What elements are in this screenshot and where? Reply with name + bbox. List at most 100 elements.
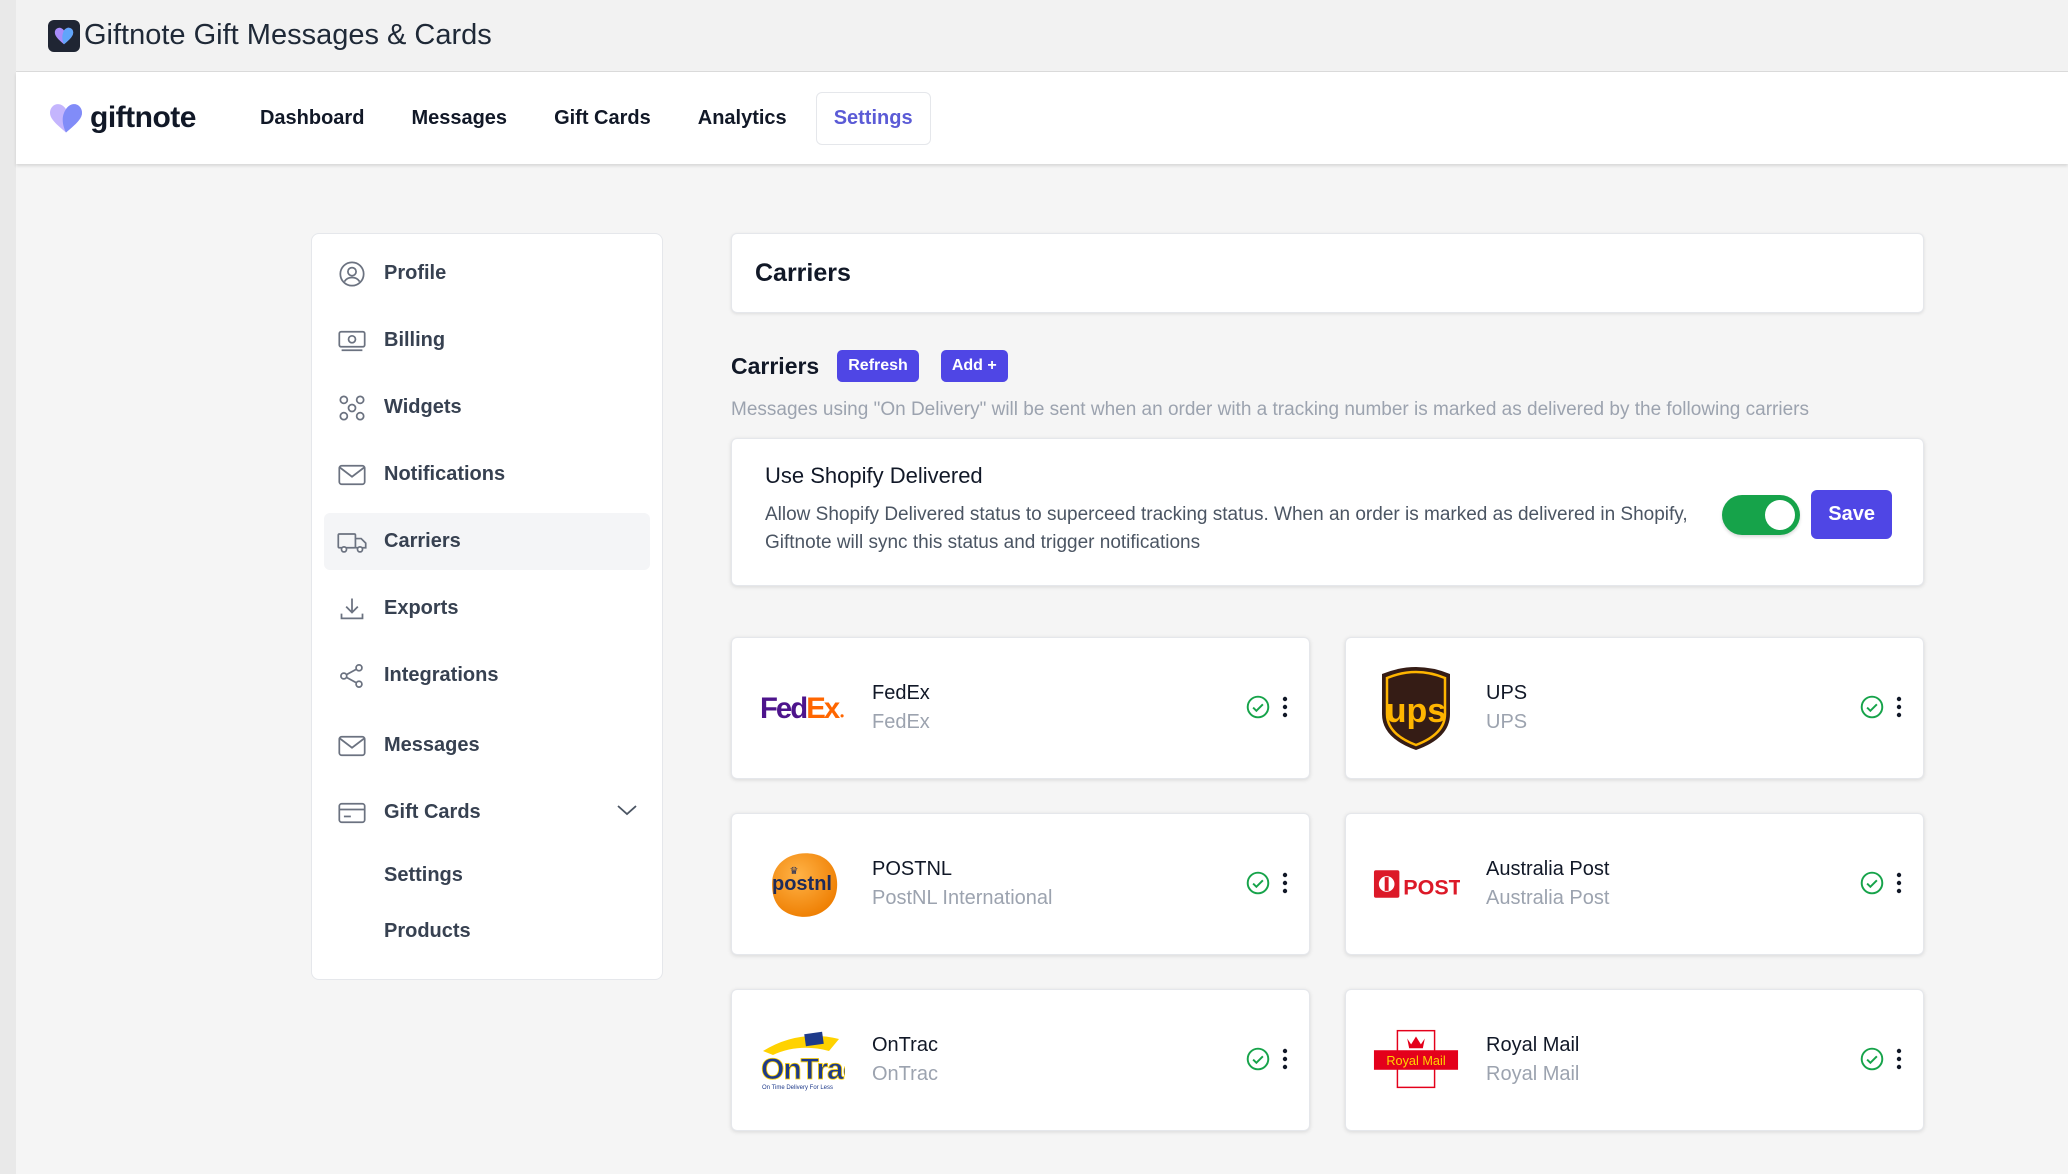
- top-navbar: giftnote Dashboard Messages Gift Cards A…: [16, 72, 2068, 164]
- carrier-subtitle: PostNL International: [872, 887, 1053, 909]
- carrier-name: OnTrac: [872, 1034, 938, 1056]
- carrier-name: POSTNL: [872, 858, 953, 880]
- carrier-subtitle: FedEx: [872, 711, 930, 733]
- carriers-description: Messages using "On Delivery" will be sen…: [731, 399, 1809, 420]
- sidebar-item-exports[interactable]: Exports: [324, 580, 650, 637]
- svg-text:postnl: postnl: [772, 873, 832, 895]
- app-logo-icon: [48, 19, 80, 52]
- more-options-icon[interactable]: [1281, 695, 1289, 719]
- australia-post-logo: POST: [1372, 840, 1460, 928]
- truck-icon: [336, 526, 368, 558]
- check-circle-icon: [1246, 1047, 1270, 1071]
- sidebar-item-label: Gift Cards: [384, 801, 481, 823]
- shopify-delivered-toggle[interactable]: [1722, 494, 1801, 535]
- svg-text:POST: POST: [1403, 876, 1460, 900]
- carrier-card-royal-mail[interactable]: Royal Mail Royal Mail Royal Mail: [1345, 989, 1924, 1131]
- sidebar-item-label: Profile: [384, 262, 447, 284]
- sidebar-item-widgets[interactable]: Widgets: [324, 379, 650, 436]
- page-header-card: Carriers: [731, 233, 1924, 313]
- main-content: Carriers Carriers Refresh Add + Messages…: [731, 233, 1924, 1131]
- carrier-card-fedex[interactable]: FedEx FedEx FedEx: [731, 637, 1310, 779]
- tab-settings[interactable]: Settings: [815, 91, 931, 145]
- tab-dashboard[interactable]: Dashboard: [242, 92, 382, 145]
- sidebar-item-label: Widgets: [384, 396, 462, 418]
- tab-analytics[interactable]: Analytics: [680, 92, 805, 145]
- more-options-icon[interactable]: [1895, 695, 1903, 719]
- more-options-icon[interactable]: [1895, 1047, 1903, 1071]
- share-icon: [336, 660, 368, 692]
- carrier-subtitle: Australia Post: [1486, 887, 1610, 909]
- carrier-name: Royal Mail: [1486, 1034, 1580, 1056]
- sidebar-item-label: Integrations: [384, 664, 499, 686]
- sidebar-item-carriers[interactable]: Carriers: [324, 513, 650, 570]
- sidebar-item-label: Billing: [384, 329, 446, 351]
- carrier-card-postnl[interactable]: postnl ♛ POSTNL PostNL International: [731, 813, 1310, 955]
- carrier-name: UPS: [1486, 682, 1528, 704]
- add-carrier-button[interactable]: Add +: [940, 350, 1008, 382]
- sidebar-item-billing[interactable]: Billing: [324, 312, 650, 369]
- money-bill-icon: [336, 325, 368, 357]
- sidebar-item-label: Carriers: [384, 530, 461, 552]
- check-circle-icon: [1860, 1047, 1884, 1071]
- sidebar-item-label: Exports: [384, 597, 459, 619]
- window-titlebar: Giftnote Gift Messages & Cards: [16, 0, 2068, 72]
- sidebar-item-label: Messages: [384, 734, 480, 756]
- user-circle-icon: [336, 258, 368, 290]
- envelope-icon: [336, 730, 368, 762]
- sidebar-subitem-products[interactable]: Products: [324, 907, 650, 955]
- refresh-button[interactable]: Refresh: [837, 350, 919, 382]
- sidebar-item-notifications[interactable]: Notifications: [324, 446, 650, 503]
- postnl-logo: postnl ♛: [758, 840, 846, 928]
- page-title: Carriers: [755, 258, 851, 287]
- chevron-down-icon[interactable]: [616, 803, 638, 822]
- shopify-delivered-title: Use Shopify Delivered: [765, 463, 983, 488]
- fedex-logo: FedEx: [758, 664, 846, 752]
- check-circle-icon: [1860, 695, 1884, 719]
- settings-sidebar: Profile Billing Widgets Notifications Ca…: [311, 233, 663, 980]
- widgets-icon: [336, 392, 368, 424]
- shopify-delivered-card: Use Shopify Delivered Allow Shopify Deli…: [731, 438, 1924, 586]
- ups-logo: ups: [1372, 664, 1460, 752]
- tab-gift-cards[interactable]: Gift Cards: [536, 92, 669, 145]
- carriers-toolbar: Carriers Refresh Add +: [731, 349, 1924, 383]
- sidebar-item-integrations[interactable]: Integrations: [324, 647, 650, 704]
- check-circle-icon: [1246, 871, 1270, 895]
- more-options-icon[interactable]: [1281, 1047, 1289, 1071]
- carrier-subtitle: UPS: [1486, 711, 1528, 733]
- svg-text:Royal Mail: Royal Mail: [1386, 1053, 1445, 1068]
- check-circle-icon: [1246, 695, 1270, 719]
- shopify-delivered-description: Allow Shopify Delivered status to superc…: [765, 504, 1688, 553]
- royal-mail-logo: Royal Mail: [1372, 1016, 1460, 1104]
- more-options-icon[interactable]: [1895, 871, 1903, 895]
- svg-text:On Time Delivery For Less: On Time Delivery For Less: [762, 1085, 833, 1091]
- credit-card-icon: [336, 797, 368, 829]
- window-title: Giftnote Gift Messages & Cards: [84, 19, 492, 51]
- sidebar-item-profile[interactable]: Profile: [324, 245, 650, 302]
- sidebar-item-gift-cards[interactable]: Gift Cards: [324, 784, 650, 841]
- download-icon: [336, 593, 368, 625]
- more-options-icon[interactable]: [1281, 871, 1289, 895]
- svg-text:OnTrac: OnTrac: [761, 1053, 845, 1086]
- sidebar-item-label: Notifications: [384, 463, 506, 485]
- carrier-card-australia-post[interactable]: POST Australia Post Australia Post: [1345, 813, 1924, 955]
- tab-messages[interactable]: Messages: [393, 92, 525, 145]
- check-circle-icon: [1860, 871, 1884, 895]
- window-edge: [0, 0, 16, 1174]
- brand-name: giftnote: [90, 101, 196, 134]
- envelope-icon: [336, 459, 368, 491]
- carrier-card-ontrac[interactable]: OnTracOn Time Delivery For Less OnTrac O…: [731, 989, 1310, 1131]
- carrier-subtitle: Royal Mail: [1486, 1063, 1580, 1085]
- section-title: Carriers: [731, 352, 820, 379]
- shopify-delivered-controls: Save: [1722, 490, 1892, 539]
- carrier-grid: FedEx FedEx FedEx ups UPS UPS postnl ♛ P…: [731, 637, 1924, 1131]
- carrier-name: FedEx: [872, 682, 930, 704]
- svg-text:♛: ♛: [790, 866, 799, 877]
- brand-logo[interactable]: giftnote: [48, 101, 196, 135]
- carrier-card-ups[interactable]: ups UPS UPS: [1345, 637, 1924, 779]
- sidebar-item-messages[interactable]: Messages: [324, 717, 650, 774]
- save-button[interactable]: Save: [1811, 490, 1892, 539]
- sidebar-subitem-settings[interactable]: Settings: [324, 851, 650, 899]
- svg-text:ups: ups: [1386, 692, 1446, 730]
- svg-text:FedEx: FedEx: [760, 692, 841, 725]
- heart-logo-icon: [50, 104, 82, 133]
